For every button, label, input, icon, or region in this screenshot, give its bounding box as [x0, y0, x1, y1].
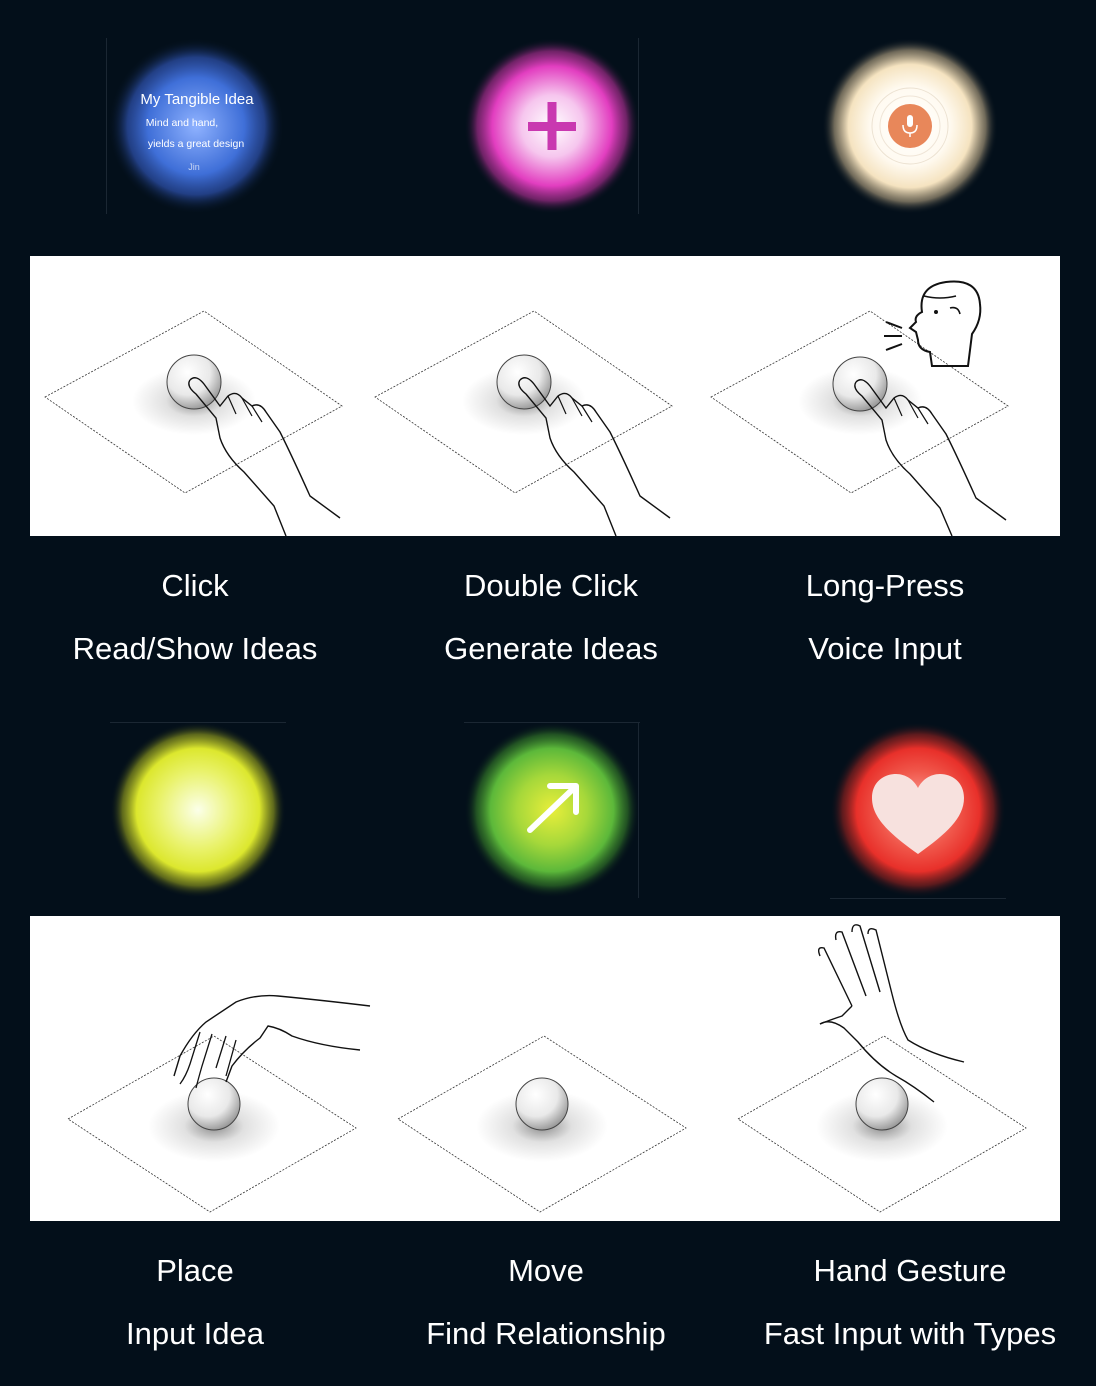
idea-card-line1: Mind and hand, [146, 117, 218, 129]
caption-double-click-action: Double Click [463, 568, 638, 603]
idea-card-line2: yields a great design [148, 138, 244, 150]
idea-card-author: Jin [188, 162, 200, 172]
idea-card-title: My Tangible Idea [140, 91, 254, 108]
relationship-orb[interactable] [464, 722, 640, 898]
hand-gesture-illustration [737, 924, 1027, 1213]
input-orb[interactable] [110, 722, 286, 898]
caption-hand-gesture-action: Hand Gesture [813, 1253, 1007, 1288]
caption-long-press-action: Long-Press [805, 568, 965, 603]
generate-orb[interactable] [464, 38, 640, 214]
click-illustration [44, 310, 343, 536]
caption-place-action: Place [156, 1253, 234, 1288]
open-hand-icon [817, 924, 965, 1103]
double-click-illustration [374, 310, 673, 536]
interaction-panel-top [30, 256, 1060, 536]
caption-move-result: Find Relationship [426, 1316, 666, 1351]
place-illustration [67, 994, 371, 1213]
caption-hand-gesture-result: Fast Input with Types [763, 1316, 1057, 1351]
caption-move-action: Move [508, 1253, 584, 1288]
move-illustration [397, 1035, 687, 1213]
interaction-panel-bottom [30, 916, 1060, 1221]
caption-click-action: Click [161, 568, 229, 603]
voice-orb[interactable] [822, 38, 998, 214]
caption-long-press-result: Voice Input [808, 631, 962, 666]
idea-orb[interactable]: My Tangible Idea Mind and hand, yields a… [108, 38, 284, 214]
microphone-icon [888, 104, 932, 148]
gesture-orb[interactable] [830, 722, 1006, 898]
caption-click-result: Read/Show Ideas [72, 631, 318, 666]
caption-place-result: Input Idea [126, 1316, 264, 1351]
caption-double-click-result: Generate Ideas [444, 631, 658, 666]
long-press-illustration [710, 280, 1009, 536]
